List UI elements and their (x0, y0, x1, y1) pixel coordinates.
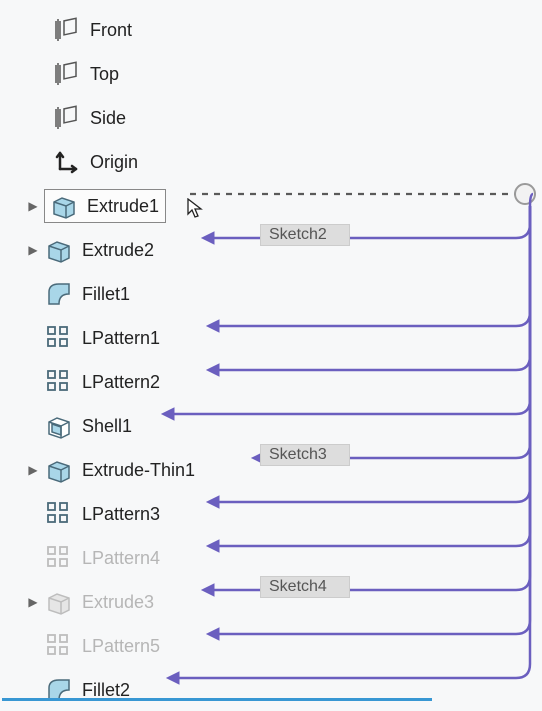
selection-box: Extrude1 (44, 189, 166, 223)
extrude-icon (44, 587, 74, 617)
tree-item-label: Extrude1 (87, 196, 159, 217)
pattern-icon (44, 499, 74, 529)
tree-item-plane-top[interactable]: Top (22, 52, 430, 96)
tree-item-label: LPattern4 (82, 548, 160, 569)
tree-item-origin[interactable]: Origin (22, 140, 430, 184)
tree-item-label: Extrude-Thin1 (82, 460, 195, 481)
expander-icon[interactable]: ▶ (28, 463, 37, 477)
feature-tree-panel: Front Top Side Origin ▶Extrude1▶Extrude (0, 0, 542, 711)
expander-icon[interactable]: ▶ (28, 199, 37, 213)
expander-icon[interactable]: ▶ (28, 243, 37, 257)
pattern-icon (44, 367, 74, 397)
tree-item-label: Side (90, 108, 126, 129)
tree-item-feature[interactable]: LPattern3 (22, 492, 430, 536)
tree-item-feature[interactable]: ▶ Extrude3 (22, 580, 430, 624)
extrude-icon (44, 455, 74, 485)
tree-item-feature[interactable]: Shell1 (22, 404, 430, 448)
tree-item-plane-front[interactable]: Front (22, 8, 430, 52)
tree-item-feature[interactable]: ▶ Extrude-Thin1 (22, 448, 430, 492)
plane-icon (52, 15, 82, 45)
tree-item-plane-side[interactable]: Side (22, 96, 430, 140)
tree-item-feature[interactable]: ▶ Extrude1 (22, 184, 430, 228)
extrude-icon (44, 235, 74, 265)
tree-item-label: LPattern5 (82, 636, 160, 657)
tree-item-feature[interactable]: ▶ Extrude2 (22, 228, 430, 272)
tree-item-label: Extrude3 (82, 592, 154, 613)
tree-item-label: Extrude2 (82, 240, 154, 261)
tree-item-label: LPattern1 (82, 328, 160, 349)
expander-icon[interactable]: ▶ (28, 595, 37, 609)
pattern-icon (44, 323, 74, 353)
pattern-icon (44, 543, 74, 573)
plane-icon (52, 103, 82, 133)
origin-icon (52, 147, 82, 177)
tree-item-label: Origin (90, 152, 138, 173)
tree-item-label: Shell1 (82, 416, 132, 437)
shell-icon (44, 411, 74, 441)
tree-item-feature[interactable]: LPattern2 (22, 360, 430, 404)
tree-item-feature[interactable]: LPattern4 (22, 536, 430, 580)
tree-item-feature[interactable]: LPattern5 (22, 624, 430, 668)
tree-item-feature[interactable]: Fillet2 (22, 668, 430, 711)
tree-item-feature[interactable]: Fillet1 (22, 272, 430, 316)
feature-tree: Front Top Side Origin ▶Extrude1▶Extrude (0, 0, 430, 711)
extrude-icon (49, 191, 79, 221)
rollback-bar[interactable] (2, 698, 432, 701)
tree-item-label: LPattern3 (82, 504, 160, 525)
tree-item-label: Top (90, 64, 119, 85)
fillet-icon (44, 279, 74, 309)
tree-item-label: LPattern2 (82, 372, 160, 393)
tree-item-label: Front (90, 20, 132, 41)
plane-icon (52, 59, 82, 89)
tree-item-label: Fillet1 (82, 284, 130, 305)
pattern-icon (44, 631, 74, 661)
tree-item-feature[interactable]: LPattern1 (22, 316, 430, 360)
